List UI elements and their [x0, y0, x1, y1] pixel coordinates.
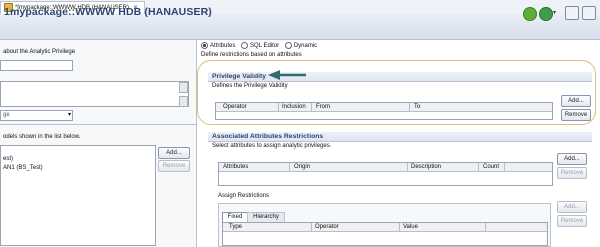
- chevron-down-icon: ▾: [67, 112, 71, 118]
- tab-hierarchy[interactable]: Hierarchy: [247, 212, 285, 222]
- column-separator: [399, 223, 400, 231]
- chevron-down-icon[interactable]: ▾: [553, 9, 556, 16]
- name-field[interactable]: [0, 60, 73, 71]
- type-dropdown[interactable]: ge ▾: [0, 110, 73, 121]
- left-intro-text: about the Analytic Privilege: [3, 49, 76, 55]
- assign-restrictions-title: Assign Restrictions: [218, 193, 270, 199]
- table-header: [223, 223, 547, 232]
- attributes-table[interactable]: Attributes Origin Description Count: [218, 162, 553, 186]
- dropdown-value: ge: [3, 112, 10, 118]
- column-header: Type: [229, 224, 243, 230]
- column-separator: [478, 163, 479, 171]
- models-text: odels shown in the list below.: [3, 134, 81, 140]
- restriction-mode-group: Attributes SQL Editor Dynamic: [201, 42, 317, 49]
- highlight-ring: [197, 60, 596, 125]
- column-separator: [311, 223, 312, 231]
- remove-restriction-button[interactable]: Remove: [557, 215, 587, 227]
- arrow-icon: [268, 70, 306, 80]
- list-item[interactable]: est): [3, 156, 13, 162]
- column-separator: [485, 223, 486, 231]
- column-header: Attributes: [223, 164, 249, 170]
- column-header: Description: [411, 164, 442, 170]
- remove-attribute-button[interactable]: Remove: [557, 167, 587, 179]
- settings-icon[interactable]: [582, 6, 596, 20]
- column-header: Value: [403, 224, 418, 230]
- run-icon[interactable]: [539, 7, 553, 21]
- radio-sql-editor[interactable]: [241, 42, 249, 49]
- models-list[interactable]: [0, 145, 156, 246]
- layout-icon[interactable]: [565, 6, 579, 20]
- associated-attributes-title: Associated Attributes Restrictions: [212, 133, 324, 140]
- tab-fixed[interactable]: Fixed: [222, 212, 248, 222]
- restrictions-table[interactable]: Type Operator Value: [222, 222, 548, 246]
- associated-attributes-subtitle: Select attributes to assign analytic pri…: [212, 143, 332, 149]
- option-sql-editor-label: SQL Editor: [250, 43, 280, 50]
- column-separator: [407, 163, 408, 171]
- list-item[interactable]: AN1 (BS_Test): [3, 165, 43, 171]
- scroll-up-button[interactable]: [179, 82, 188, 93]
- column-header: Count: [483, 164, 500, 170]
- add-attribute-button[interactable]: Add...: [557, 153, 587, 165]
- restriction-description: Define restrictions based on attributes: [201, 52, 302, 58]
- column-separator: [289, 163, 290, 171]
- page-title: 1mypackage::WWWW HDB (HANAUSER): [4, 6, 212, 18]
- description-textarea[interactable]: [0, 81, 189, 107]
- table-header: [219, 163, 552, 172]
- add-model-button[interactable]: Add...: [158, 147, 190, 159]
- column-header: Origin: [294, 164, 311, 170]
- option-dynamic-label: Dynamic: [293, 43, 318, 50]
- add-restriction-button[interactable]: Add...: [557, 201, 587, 213]
- radio-dynamic[interactable]: [284, 42, 292, 49]
- option-attributes-label: Attributes: [210, 43, 236, 50]
- scroll-down-button[interactable]: [179, 96, 188, 107]
- column-separator: [504, 163, 505, 171]
- radio-attributes[interactable]: [201, 42, 208, 49]
- activate-icon[interactable]: [523, 7, 537, 21]
- column-header: Operator: [315, 224, 339, 230]
- remove-model-button[interactable]: Remove: [158, 160, 190, 172]
- divider: [0, 124, 196, 125]
